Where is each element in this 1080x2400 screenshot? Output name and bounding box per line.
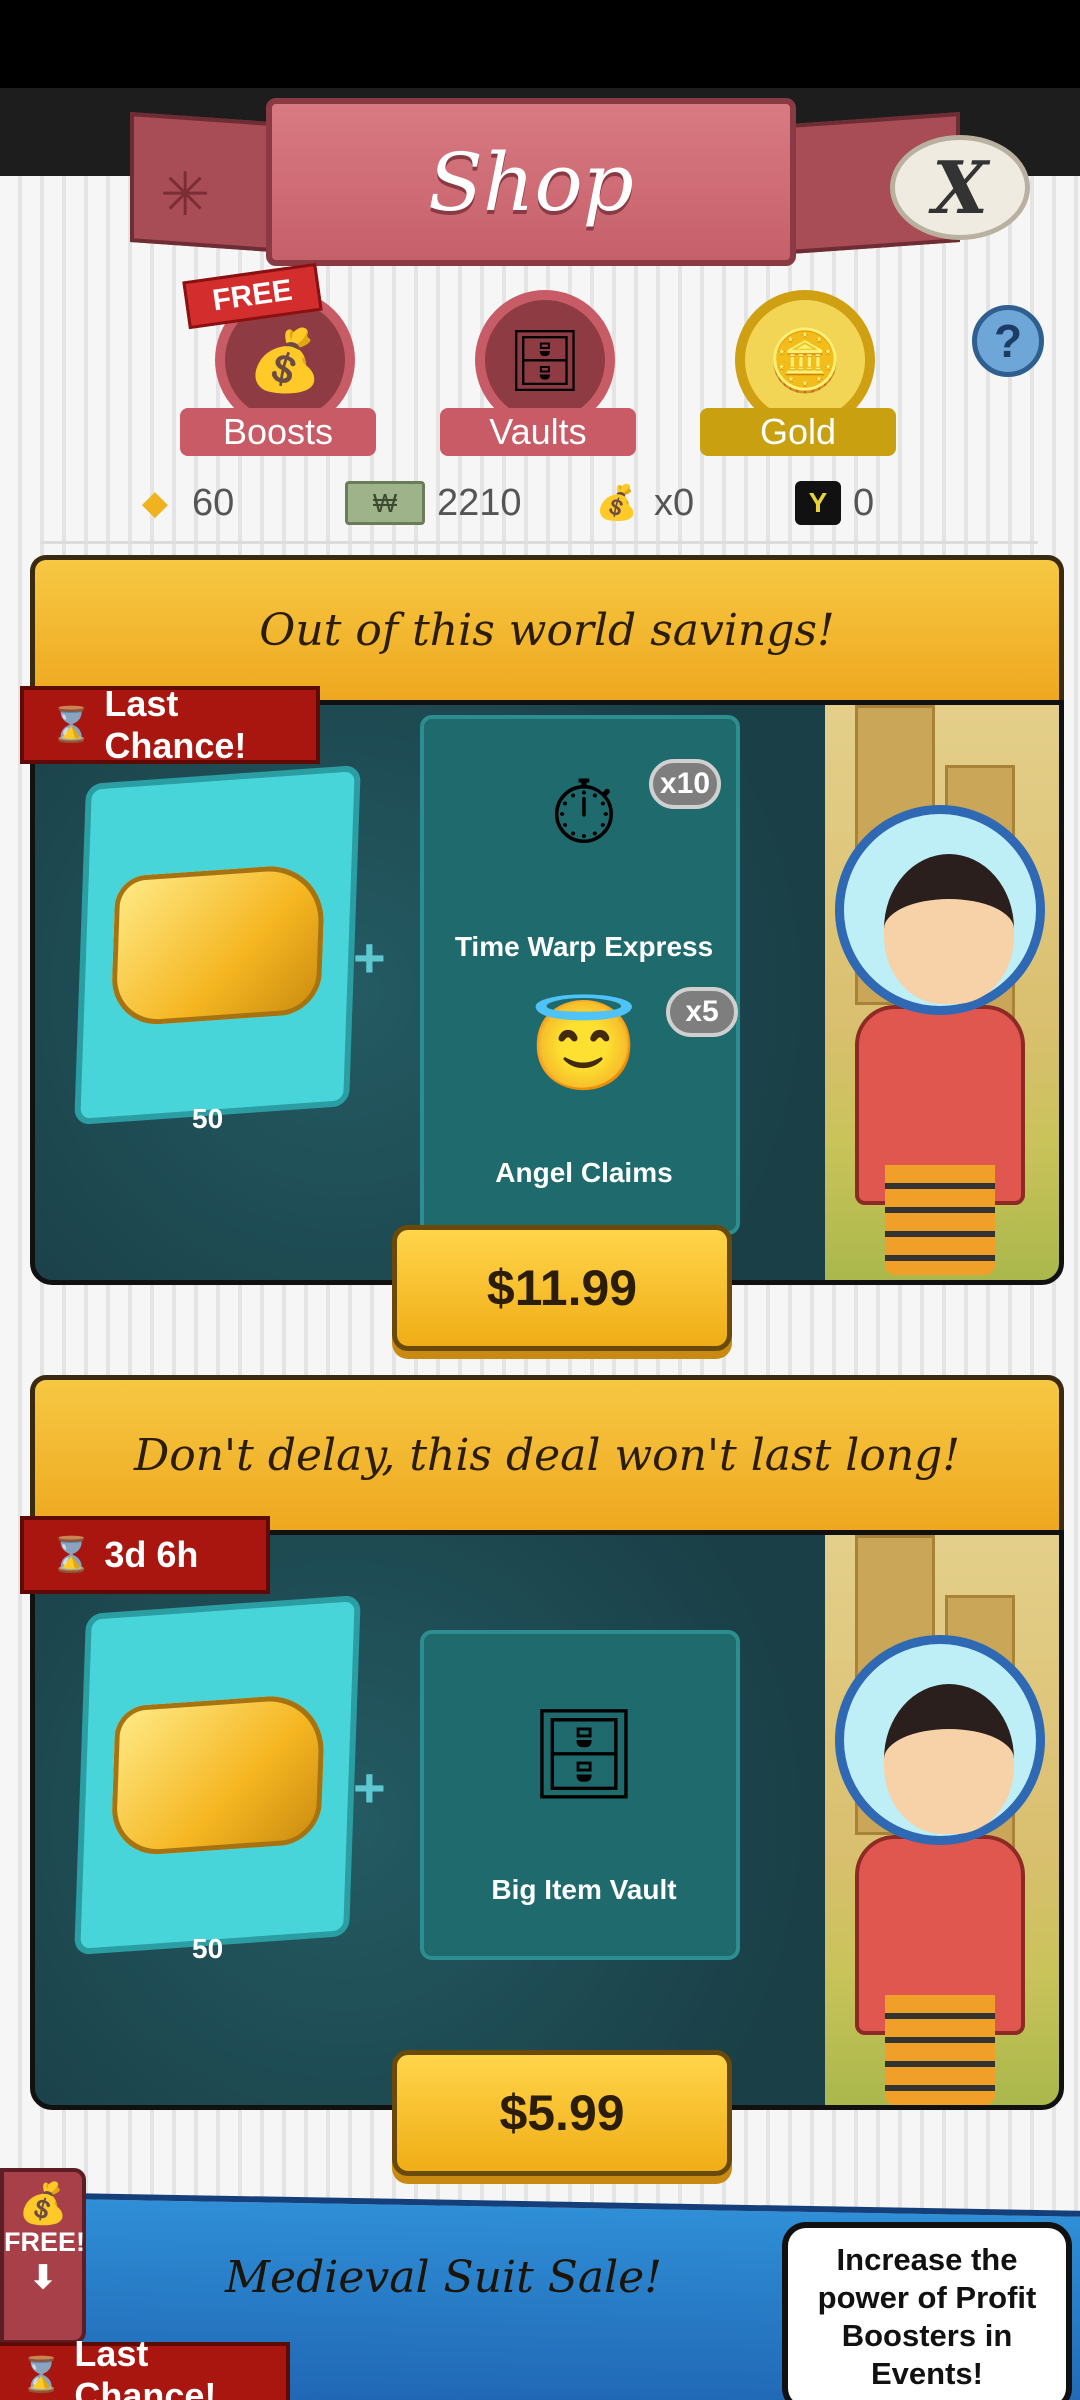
gold-icon: ◆	[141, 484, 169, 522]
currency-megabucks: ₩ 2210	[345, 475, 522, 531]
currency-money-bags: 💰 x0	[592, 475, 694, 531]
banner-title: Medieval Suit Sale!	[225, 2252, 662, 2303]
quantity-badge: x5	[666, 987, 738, 1037]
angel-icon: 😇	[529, 995, 639, 1095]
tab-label: Vaults	[440, 408, 636, 456]
tab-label: Boosts	[180, 408, 376, 456]
item-name: Time Warp Express	[454, 931, 714, 962]
gold-amount: 50	[192, 1933, 224, 1964]
hourglass-icon: ⌛	[50, 706, 93, 744]
hourglass-icon: ⌛	[50, 1536, 93, 1574]
currency-value: x0	[654, 481, 695, 524]
space-helmet	[835, 805, 1045, 1015]
divider	[40, 541, 1038, 544]
offer-body: 50 + ⏱ x10 Time Warp Express 😇 x5 Angel …	[30, 700, 1064, 1285]
money-bag-icon: 💰	[595, 484, 639, 522]
tab-vaults[interactable]: 🗄 Vaults	[440, 290, 640, 456]
currency-gold: ◆ 60	[130, 475, 234, 531]
gold-amount: 50	[192, 1103, 224, 1134]
gold-bundle	[74, 764, 361, 1126]
close-button[interactable]: X	[890, 135, 1030, 240]
character-face	[884, 1684, 1014, 1834]
hourglass-icon: ⌛	[20, 2356, 63, 2394]
money-bag-icon: 💰	[18, 2182, 68, 2226]
gold-bundle	[74, 1594, 361, 1956]
timer-tag: ⌛ Last Chance!	[20, 683, 320, 766]
plus-icon: +	[353, 926, 386, 989]
item-name: Big Item Vault	[491, 1874, 677, 1905]
legs	[885, 1165, 995, 1275]
currency-event-tokens: Y 0	[795, 475, 874, 531]
help-button[interactable]: ?	[972, 305, 1044, 377]
offer-title: Don't delay, this deal won't last long!	[30, 1375, 1064, 1530]
stopwatch-icon: ⏱	[549, 763, 619, 862]
legs	[885, 1995, 995, 2105]
arrow-down-icon: ⬇	[29, 2259, 57, 2295]
item-name: Angel Claims	[495, 1157, 673, 1188]
currency-value: 60	[192, 481, 235, 524]
offer-body: 50 + 🗄 Big Item Vault	[30, 1530, 1064, 2110]
gold-bars-icon	[109, 1692, 326, 1858]
gold-bars-icon	[109, 862, 326, 1028]
page-title: Shop	[428, 135, 634, 229]
side-button-label: FREE!	[4, 2227, 85, 2257]
timer-tag: ⌛ Last Chance!	[0, 2333, 290, 2400]
buy-button[interactable]: $5.99	[392, 2050, 732, 2176]
offer-title: Out of this world savings!	[30, 555, 1064, 700]
timer-tag: ⌛ 3d 6h	[20, 1516, 270, 1594]
status-bar	[0, 0, 1080, 88]
astronaut-illustration	[825, 705, 1059, 1280]
timer-text: 3d 6h	[104, 1534, 199, 1575]
event-token-icon: Y	[795, 481, 841, 525]
vault-icon: 🗄	[528, 1703, 640, 1803]
character-face	[884, 854, 1014, 1004]
plus-icon: +	[353, 1756, 386, 1819]
bundle-items-panel: ⏱ x10 Time Warp Express 😇 x5 Angel Claim…	[420, 715, 740, 1235]
space-helmet	[835, 1635, 1045, 1845]
tooltip: Increase the power of Profit Boosters in…	[782, 2222, 1072, 2400]
megabucks-icon: ₩	[345, 481, 425, 525]
shop-title-plate: Shop	[266, 98, 796, 266]
timer-text: Last Chance!	[104, 683, 247, 766]
tab-label: Gold	[700, 408, 896, 456]
quantity-badge: x10	[649, 759, 721, 809]
timer-text: Last Chance!	[74, 2333, 217, 2400]
buy-button[interactable]: $11.99	[392, 1225, 732, 1351]
bundle-items-panel: 🗄 Big Item Vault	[420, 1630, 740, 1960]
currency-value: 2210	[437, 481, 522, 524]
astronaut-illustration	[825, 1535, 1059, 2105]
tab-gold[interactable]: 🪙 Gold	[700, 290, 900, 456]
currency-value: 0	[853, 481, 875, 524]
free-boost-button[interactable]: 💰 FREE! ⬇	[0, 2168, 86, 2344]
starburst-icon: ✳	[160, 161, 211, 228]
